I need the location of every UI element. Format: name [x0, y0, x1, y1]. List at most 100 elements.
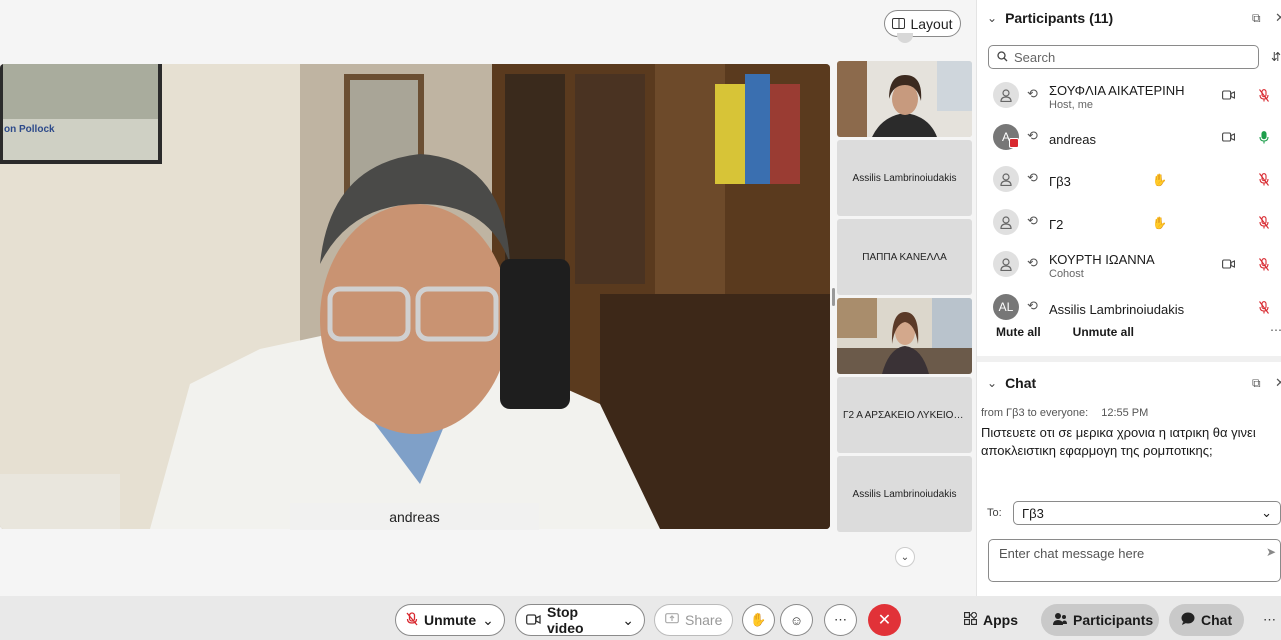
participant-row[interactable]: ⟲ Γβ3 ✋	[993, 162, 1281, 200]
participant-role: Host, me	[1049, 99, 1094, 111]
video-camera-icon[interactable]	[1222, 132, 1236, 145]
main-speaker-video[interactable]: on Pollock	[0, 64, 830, 529]
pop-out-icon[interactable]: ⧉	[1252, 376, 1261, 391]
share-label: Share	[685, 612, 723, 628]
chevron-down-icon: ⌄	[987, 376, 998, 390]
participant-name: Assilis Lambrinoiudakis	[1049, 302, 1185, 317]
participant-name: ΚΟΥΡΤΗ ΙΩΑΝΝΑ	[1049, 252, 1155, 267]
apps-button[interactable]: Apps	[952, 604, 1030, 636]
video-camera-icon	[526, 612, 541, 628]
participant-search-input[interactable]: Search	[988, 45, 1259, 69]
send-icon[interactable]: ➤	[1266, 545, 1276, 559]
chat-time: 12:55 PM	[1101, 407, 1149, 419]
mic-muted-icon[interactable]	[1259, 216, 1269, 232]
search-placeholder: Search	[1014, 49, 1056, 65]
participant-role: Cohost	[1049, 268, 1084, 280]
participant-row[interactable]: ⟲ ΣΟΥΦΛΙΑ ΑΙΚΑΤΕΡΙΝΗ Host, me	[993, 78, 1281, 116]
speaker-name-tag: andreas	[290, 503, 539, 530]
layout-button[interactable]: Layout	[884, 10, 961, 37]
chat-message-input[interactable]: Enter chat message here	[988, 539, 1281, 582]
participant-name: Γ2	[1049, 217, 1064, 232]
close-icon: ✕	[877, 612, 892, 629]
search-icon	[997, 50, 1008, 65]
chevron-down-icon: ⌄	[900, 551, 910, 563]
thumbnail-name-6[interactable]: Assilis Lambrinoiudakis	[837, 456, 972, 532]
mic-muted-icon	[406, 611, 418, 629]
close-icon[interactable]: ✕	[1275, 375, 1281, 391]
layout-icon	[892, 16, 906, 32]
thumbnail-scroll-down[interactable]: ⌄	[895, 547, 915, 567]
more-options-icon[interactable]: ⋯	[1270, 323, 1281, 337]
pop-out-icon[interactable]: ⧉	[1252, 11, 1261, 26]
mute-all-link[interactable]: Mute all	[996, 325, 1041, 339]
participants-label: Participants	[1073, 612, 1154, 628]
person-icon	[993, 82, 1019, 108]
person-icon	[993, 166, 1019, 192]
mic-muted-icon[interactable]	[1259, 258, 1269, 274]
layout-label: Layout	[910, 15, 953, 32]
mic-muted-icon[interactable]	[1259, 89, 1269, 105]
sync-icon: ⟲	[1027, 213, 1038, 228]
sync-icon: ⟲	[1027, 128, 1038, 143]
sync-icon: ⟲	[1027, 86, 1038, 101]
chat-header[interactable]: ⌄ Chat	[987, 375, 1036, 391]
chat-message-line: Πιστευετε οτι σε μερικα χρονια η ιατρικη…	[981, 425, 1256, 440]
hand-icon: ✋	[750, 612, 767, 627]
chat-input-placeholder: Enter chat message here	[999, 546, 1145, 561]
chat-button[interactable]: Chat	[1169, 604, 1244, 636]
thumbnail-name-2[interactable]: Assilis Lambrinoiudakis	[837, 140, 972, 216]
participant-row[interactable]: AL ⟲ Assilis Lambrinoiudakis	[993, 290, 1281, 328]
participants-icon	[1053, 612, 1067, 628]
leave-meeting-button[interactable]: ✕	[868, 604, 901, 636]
participant-name: andreas	[1049, 132, 1096, 147]
smiley-icon: ☺	[789, 612, 804, 628]
thumbnail-name-3[interactable]: ΠΑΠΠΑ ΚΑΝΕΛΛΑ	[837, 219, 972, 295]
share-button[interactable]: Share	[654, 604, 733, 636]
participant-row[interactable]: ⟲ Γ2 ✋	[993, 205, 1281, 243]
stop-video-button[interactable]: Stop video ⌄	[515, 604, 645, 636]
reactions-button[interactable]: ☺	[780, 604, 813, 636]
chat-message: Πιστευετε οτι σε μερικα χρονια η ιατρικη…	[981, 424, 1281, 460]
resize-handle[interactable]	[832, 288, 835, 306]
chevron-down-icon: ⌄	[482, 611, 494, 628]
chevron-down-icon: ⌄	[1261, 505, 1272, 520]
more-options-icon[interactable]: ⋯	[1263, 612, 1276, 628]
chat-message-line: αποκλειστικη εφαρμογη της ρομποτικης;	[981, 443, 1213, 458]
participants-title: Participants (11)	[1005, 10, 1114, 26]
thumbnail-video-1[interactable]	[837, 61, 972, 137]
recipient-select[interactable]: Γβ3 ⌄	[1013, 501, 1281, 525]
more-button[interactable]: ⋯	[824, 604, 857, 636]
chat-sender: from Γβ3 to everyone:	[981, 407, 1089, 419]
sort-icon[interactable]: ⇵	[1271, 50, 1281, 64]
mic-muted-icon[interactable]	[1259, 173, 1269, 189]
avatar: AL	[993, 294, 1019, 320]
thumbnail-name-5[interactable]: Γ2 Α ΑΡΣΑΚΕΙΟ ΛΥΚΕΙΟ Ψ...	[837, 377, 972, 453]
mic-icon[interactable]	[1259, 131, 1269, 147]
thumbnail-scroll-up[interactable]	[897, 33, 913, 43]
video-camera-icon[interactable]	[1222, 259, 1236, 272]
recipient-value: Γβ3	[1022, 505, 1044, 521]
chat-message-meta: from Γβ3 to everyone: 12:55 PM	[981, 407, 1148, 419]
raise-hand-button[interactable]: ✋	[742, 604, 775, 636]
unmute-button[interactable]: Unmute ⌄	[395, 604, 505, 636]
close-icon[interactable]: ✕	[1275, 10, 1281, 26]
more-options-icon: ⋯	[834, 612, 847, 627]
apps-grid-icon	[964, 610, 979, 628]
chat-title: Chat	[1005, 375, 1037, 391]
video-stage: Layout on Pollock andreas Assilis Lambri…	[0, 0, 976, 596]
chevron-down-icon: ⌄	[622, 611, 634, 628]
participants-header[interactable]: ⌄ Participants (11)	[987, 10, 1113, 26]
video-camera-icon[interactable]	[1222, 90, 1236, 103]
participants-button[interactable]: Participants	[1041, 604, 1159, 636]
side-panel: ⌄ Participants (11) ⧉ ✕ Search ⇵ ⟲ ΣΟΥΦΛΙ…	[976, 0, 1281, 596]
sync-icon: ⟲	[1027, 298, 1038, 313]
share-screen-icon	[665, 612, 679, 628]
participant-row[interactable]: ⟲ ΚΟΥΡΤΗ ΙΩΑΝΝΑ Cohost	[993, 247, 1281, 285]
mute-controls: Mute all Unmute all	[996, 325, 1134, 339]
person-icon	[993, 209, 1019, 235]
unmute-all-link[interactable]: Unmute all	[1073, 325, 1134, 339]
participant-row[interactable]: A ⟲ andreas	[993, 120, 1281, 158]
mic-muted-icon[interactable]	[1259, 301, 1269, 317]
thumbnail-video-4[interactable]	[837, 298, 972, 374]
meeting-toolbar: Unmute ⌄ Stop video ⌄ Share ✋ ☺ ⋯ ✕ Apps…	[0, 596, 1281, 640]
